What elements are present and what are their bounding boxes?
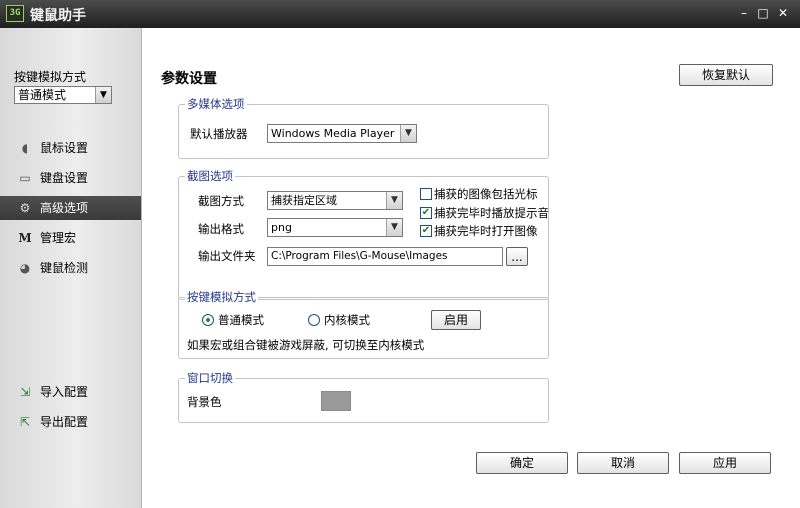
- output-folder-label: 输出文件夹: [198, 249, 256, 263]
- screenshot-group: 截图选项 截图方式 捕获指定区域 ▼ 输出格式 png ▼ 输出文件夹 C:\P…: [178, 169, 549, 300]
- kernel-mode-radio[interactable]: [308, 314, 320, 326]
- output-format-label: 输出格式: [198, 222, 244, 236]
- apply-button[interactable]: 应用: [679, 452, 771, 474]
- sidebar-item-mouse[interactable]: ◖ 鼠标设置: [0, 136, 141, 160]
- macro-m-icon: M: [18, 231, 32, 245]
- open-image-checkbox[interactable]: ✔: [420, 225, 432, 237]
- sidebar-item-label: 键鼠检测: [40, 261, 89, 275]
- close-button[interactable]: ✕: [775, 6, 791, 21]
- sidebar-item-advanced[interactable]: ⚙ 高级选项: [0, 196, 141, 220]
- key-sim-mode-label: 按键模拟方式: [14, 70, 87, 84]
- export-config-button[interactable]: ⇱ 导出配置: [0, 410, 141, 434]
- import-icon: ⇲: [19, 385, 31, 399]
- capture-method-label: 截图方式: [198, 194, 244, 208]
- include-cursor-label[interactable]: 捕获的图像包括光标: [434, 186, 538, 202]
- chevron-down-icon[interactable]: ▼: [386, 219, 402, 236]
- title-bar[interactable]: 3G 键鼠助手 – □ ✕: [0, 0, 800, 28]
- sidebar-item-detect[interactable]: ◕ 键鼠检测: [0, 256, 141, 280]
- sidebar-item-label: 高级选项: [40, 201, 89, 215]
- output-format-select[interactable]: png ▼: [267, 218, 403, 237]
- sidebar-item-macro[interactable]: M 管理宏: [0, 226, 141, 250]
- mouse-icon: ◖: [21, 141, 29, 155]
- key-sim-group: 按键模拟方式 普通模式 内核模式 启用 如果宏或组合键被游戏屏蔽, 可切换至内核…: [178, 290, 549, 359]
- capture-method-select[interactable]: 捕获指定区域 ▼: [267, 191, 403, 210]
- play-sound-label[interactable]: 捕获完毕时播放提示音: [434, 205, 549, 221]
- kernel-mode-label[interactable]: 内核模式: [324, 312, 370, 328]
- cancel-button[interactable]: 取消: [577, 452, 669, 474]
- screenshot-group-title: 截图选项: [185, 169, 235, 183]
- sidebar-item-label: 键盘设置: [40, 171, 89, 185]
- app-logo-icon: 3G: [6, 5, 24, 22]
- include-cursor-checkbox[interactable]: [420, 188, 432, 200]
- output-format-value: png: [271, 221, 292, 234]
- import-config-button[interactable]: ⇲ 导入配置: [0, 380, 141, 404]
- maximize-button[interactable]: □: [755, 6, 771, 21]
- kernel-mode-note: 如果宏或组合键被游戏屏蔽, 可切换至内核模式: [187, 338, 425, 352]
- play-sound-checkbox[interactable]: ✔: [420, 207, 432, 219]
- enable-button[interactable]: 启用: [431, 310, 481, 330]
- chevron-down-icon[interactable]: ▼: [95, 87, 111, 103]
- export-icon: ⇱: [19, 415, 31, 429]
- detect-icon: ◕: [19, 261, 31, 275]
- default-player-label: 默认播放器: [190, 127, 248, 141]
- browse-folder-button[interactable]: ...: [506, 247, 528, 266]
- main-panel: 参数设置 恢复默认 多媒体选项 默认播放器 Windows Media Play…: [143, 28, 800, 508]
- import-config-label: 导入配置: [40, 385, 89, 399]
- ok-button[interactable]: 确定: [476, 452, 568, 474]
- background-color-swatch[interactable]: [321, 391, 351, 411]
- multimedia-group: 多媒体选项 默认播放器 Windows Media Player ▼: [178, 97, 549, 159]
- key-sim-mode-select[interactable]: 普通模式 ▼: [14, 86, 112, 104]
- window-switch-group-title: 窗口切换: [185, 371, 235, 385]
- chevron-down-icon[interactable]: ▼: [386, 192, 402, 209]
- sidebar-item-label: 管理宏: [40, 231, 77, 245]
- open-image-label[interactable]: 捕获完毕时打开图像: [434, 223, 538, 239]
- multimedia-group-title: 多媒体选项: [185, 97, 247, 111]
- sidebar: 按键模拟方式 普通模式 ▼ ◖ 鼠标设置 ▭ 键盘设置 ⚙ 高级选项 M 管理宏…: [0, 28, 142, 508]
- page-title: 参数设置: [161, 71, 217, 87]
- normal-mode-radio[interactable]: [202, 314, 214, 326]
- chevron-down-icon[interactable]: ▼: [400, 125, 416, 142]
- window-switch-group: 窗口切换 背景色: [178, 371, 549, 423]
- gear-icon: ⚙: [19, 201, 31, 215]
- keyboard-icon: ▭: [19, 171, 31, 185]
- normal-mode-label[interactable]: 普通模式: [218, 312, 264, 328]
- minimize-button[interactable]: –: [736, 6, 752, 21]
- sidebar-item-keyboard[interactable]: ▭ 键盘设置: [0, 166, 141, 190]
- sidebar-item-label: 鼠标设置: [40, 141, 89, 155]
- capture-method-value: 捕获指定区域: [271, 194, 337, 207]
- key-sim-group-title: 按键模拟方式: [185, 290, 258, 304]
- export-config-label: 导出配置: [40, 415, 89, 429]
- default-player-value: Windows Media Player: [271, 127, 395, 140]
- background-color-label: 背景色: [187, 395, 222, 409]
- output-folder-field[interactable]: C:\Program Files\G-Mouse\Images: [267, 247, 503, 266]
- window-title: 键鼠助手: [30, 8, 86, 24]
- restore-default-button[interactable]: 恢复默认: [679, 64, 773, 86]
- default-player-select[interactable]: Windows Media Player ▼: [267, 124, 417, 143]
- key-sim-mode-value: 普通模式: [18, 88, 67, 102]
